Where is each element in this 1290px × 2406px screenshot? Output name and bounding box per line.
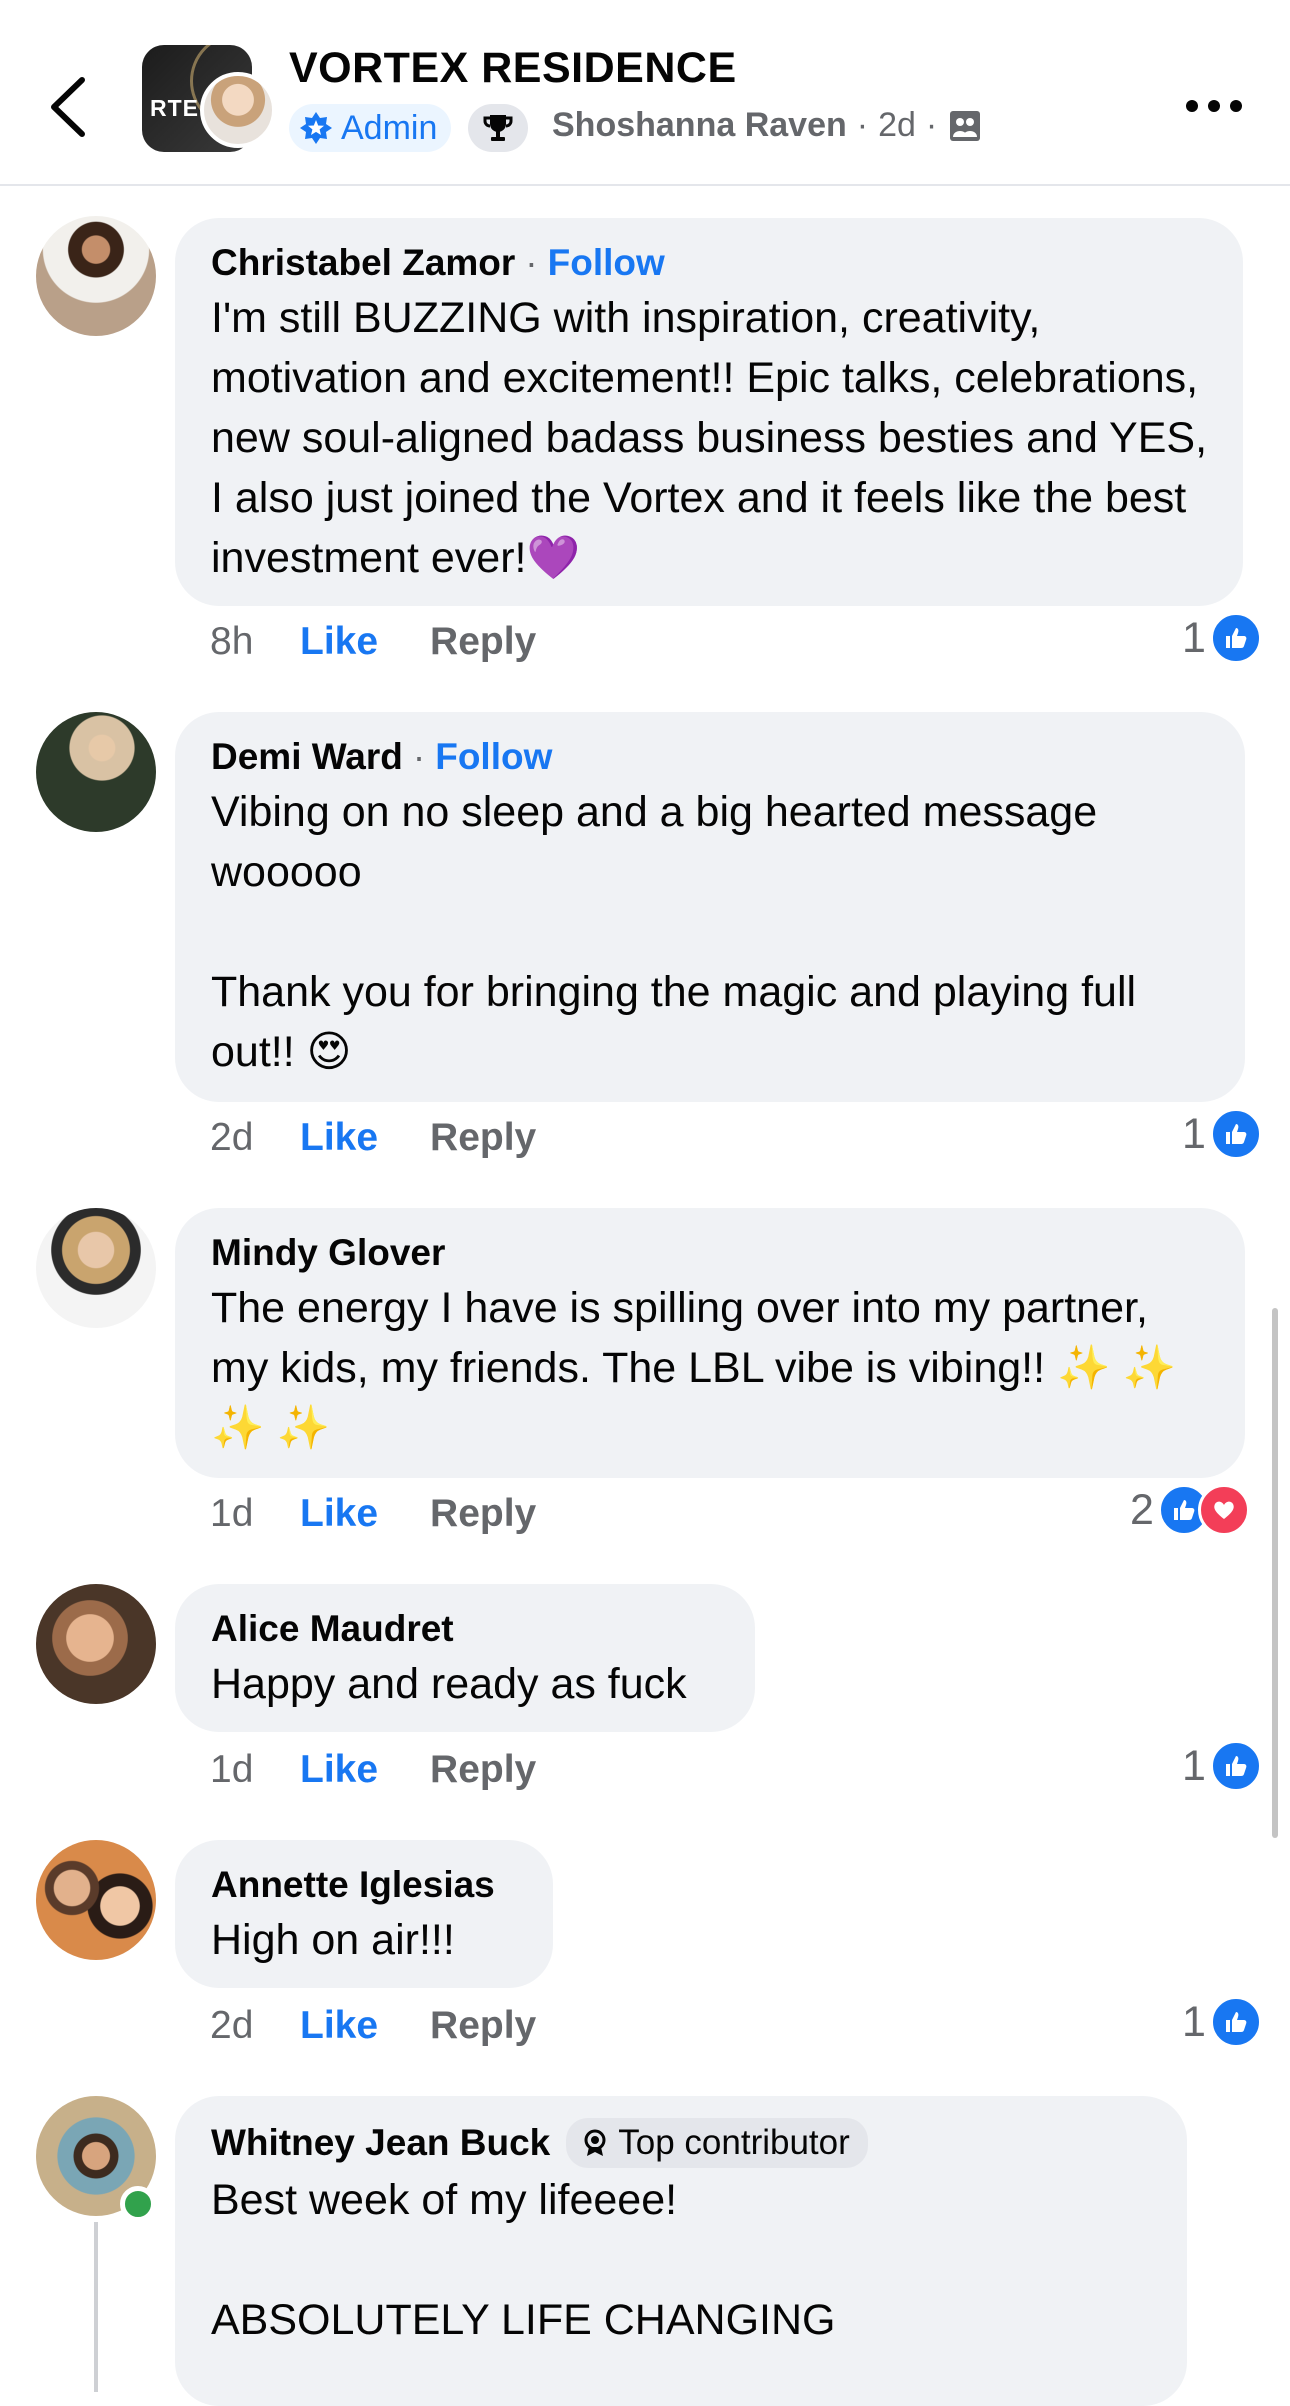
thread-line	[94, 2222, 98, 2392]
like-reaction-icon	[1209, 1996, 1262, 2048]
comment-author[interactable]: Mindy Glover	[211, 1230, 445, 1276]
comment-text: High on air!!!	[211, 1916, 455, 1964]
comment-author[interactable]: Alice Maudret	[211, 1606, 454, 1652]
comment-text: Vibing on no sleep and a big hearted mes…	[211, 788, 1137, 1076]
group-audience-icon	[950, 110, 981, 141]
trophy-badge[interactable]	[468, 104, 528, 152]
online-status-icon	[120, 2186, 156, 2222]
comment-author[interactable]: Whitney Jean Buck	[211, 2120, 550, 2166]
reaction-summary[interactable]: 1	[1182, 1108, 1262, 1160]
author-avatar[interactable]	[200, 72, 276, 148]
comment-actions: 2d Like Reply	[210, 2004, 536, 2048]
reaction-summary[interactable]: 2	[1130, 1484, 1250, 1536]
follow-button[interactable]: Follow	[548, 240, 665, 286]
comment-time[interactable]: 8h	[210, 620, 300, 664]
like-reaction-icon	[1209, 1740, 1262, 1792]
reply-button[interactable]: Reply	[430, 1116, 536, 1160]
reply-button[interactable]: Reply	[430, 1748, 536, 1792]
top-contributor-badge: Top contributor	[566, 2118, 868, 2168]
post-time[interactable]: 2d	[878, 106, 916, 145]
top-contributor-label: Top contributor	[618, 2123, 850, 2162]
comment-text: Best week of my lifeeee! ABSOLUTELY LIFE…	[211, 2176, 836, 2344]
reaction-summary[interactable]: 1	[1182, 1996, 1262, 2048]
like-button[interactable]: Like	[300, 620, 378, 664]
admin-label: Admin	[341, 108, 438, 147]
comment-bubble: Whitney Jean Buck Top contributor Best w…	[175, 2096, 1187, 2406]
comment-author[interactable]: Annette Iglesias	[211, 1862, 495, 1908]
like-reaction-icon	[1209, 1108, 1262, 1160]
commenter-avatar[interactable]	[36, 216, 156, 336]
comment-author[interactable]: Christabel Zamor	[211, 240, 515, 286]
group-avatar-text: RTE	[150, 95, 199, 121]
comment-bubble: Annette Iglesias High on air!!!	[175, 1840, 553, 1988]
comment-text: I'm still BUZZING with inspiration, crea…	[211, 294, 1219, 582]
more-options-icon[interactable]	[1184, 96, 1244, 116]
reaction-count: 1	[1182, 1109, 1206, 1158]
comment-actions: 1d Like Reply	[210, 1748, 536, 1792]
comment-text: The energy I have is spilling over into …	[211, 1284, 1188, 1452]
comment-bubble: Mindy Glover The energy I have is spilli…	[175, 1208, 1245, 1478]
comment-time[interactable]: 2d	[210, 1116, 300, 1160]
reaction-summary[interactable]: 1	[1182, 612, 1262, 664]
like-button[interactable]: Like	[300, 2004, 378, 2048]
reaction-count: 1	[1182, 1741, 1206, 1790]
commenter-avatar[interactable]	[36, 712, 156, 832]
reply-button[interactable]: Reply	[430, 2004, 536, 2048]
reply-button[interactable]: Reply	[430, 1492, 536, 1536]
comment-time[interactable]: 2d	[210, 2004, 300, 2048]
follow-button[interactable]: Follow	[435, 734, 552, 780]
comment-actions: 8h Like Reply	[210, 620, 536, 664]
like-button[interactable]: Like	[300, 1748, 378, 1792]
admin-badge: Admin	[289, 104, 452, 152]
meta-separator-2: ·	[925, 106, 938, 144]
comment-actions: 1d Like Reply	[210, 1492, 536, 1536]
reaction-summary[interactable]: 1	[1182, 1740, 1262, 1792]
commenter-avatar[interactable]	[36, 1208, 156, 1328]
comment-bubble: Alice Maudret Happy and ready as fuck	[175, 1584, 755, 1732]
comment-actions: 2d Like Reply	[210, 1116, 536, 1160]
reaction-count: 1	[1182, 1997, 1206, 2046]
reply-button[interactable]: Reply	[430, 620, 536, 664]
comment-author[interactable]: Demi Ward	[211, 734, 403, 780]
love-reaction-icon	[1197, 1484, 1250, 1536]
commenter-avatar[interactable]	[36, 1840, 156, 1960]
reaction-count: 1	[1182, 613, 1206, 662]
commenter-avatar[interactable]	[36, 1584, 156, 1704]
admin-star-icon	[300, 112, 332, 144]
post-author[interactable]: Shoshanna Raven	[552, 106, 847, 145]
meta-separator: ·	[856, 106, 869, 144]
back-arrow-icon[interactable]	[44, 72, 94, 142]
comment-bubble: Christabel Zamor · Follow I'm still BUZZ…	[175, 218, 1243, 606]
post-header: RTE VORTEX RESIDENCE Admin Shoshanna Rav…	[0, 0, 1290, 186]
comment-time[interactable]: 1d	[210, 1492, 300, 1536]
comment-time[interactable]: 1d	[210, 1748, 300, 1792]
like-button[interactable]: Like	[300, 1492, 378, 1536]
scrollbar[interactable]	[1272, 1308, 1278, 1838]
post-meta: Shoshanna Raven · 2d ·	[552, 106, 983, 145]
trophy-icon	[483, 115, 513, 141]
reaction-count: 2	[1130, 1485, 1154, 1534]
like-reaction-icon	[1209, 612, 1262, 664]
comment-bubble: Demi Ward · Follow Vibing on no sleep an…	[175, 712, 1245, 1102]
comment-text: Happy and ready as fuck	[211, 1660, 687, 1708]
award-icon	[584, 2129, 606, 2156]
like-button[interactable]: Like	[300, 1116, 378, 1160]
group-name[interactable]: VORTEX RESIDENCE	[289, 44, 737, 93]
